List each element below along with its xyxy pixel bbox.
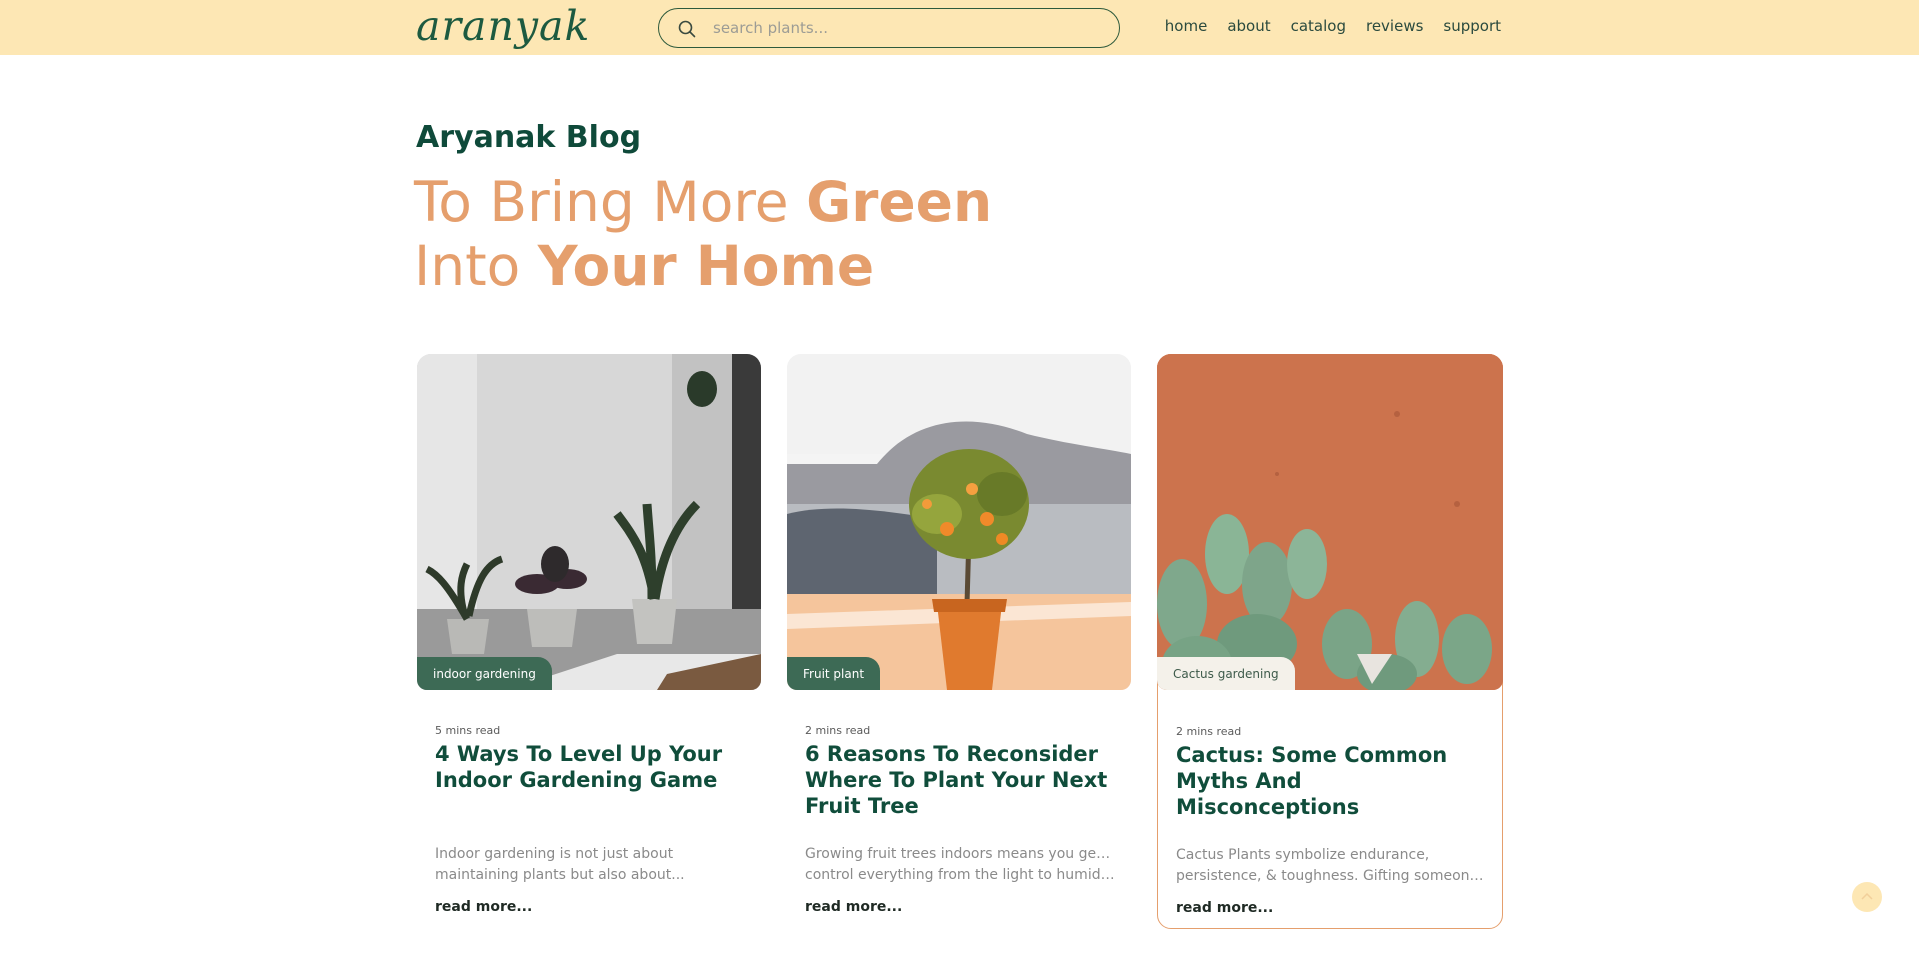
read-time: 2 mins read — [1176, 725, 1242, 738]
blog-card-cactus[interactable]: Cactus gardening 2 mins read Cactus: Som… — [1157, 354, 1503, 929]
excerpt-line-2: maintaining plants but also about... — [435, 867, 685, 883]
nav-catalog[interactable]: catalog — [1291, 17, 1346, 35]
card-image-indoor-plants: indoor gardening — [417, 354, 761, 690]
excerpt-line-1: Indoor gardening is not just about — [435, 846, 674, 862]
card-excerpt: Indoor gardening is not just about maint… — [435, 844, 745, 886]
nav-reviews[interactable]: reviews — [1366, 17, 1423, 35]
search-bar — [658, 8, 1120, 48]
read-time: 2 mins read — [805, 724, 871, 737]
scroll-top-button[interactable] — [1852, 882, 1882, 912]
nav-home[interactable]: home — [1165, 17, 1208, 35]
category-tag[interactable]: indoor gardening — [417, 657, 552, 690]
excerpt-line-2: persistence, & toughness. Gifting someon… — [1176, 868, 1486, 884]
card-excerpt: Cactus Plants symbolize endurance, persi… — [1176, 845, 1486, 887]
search-icon[interactable] — [677, 19, 697, 39]
card-title[interactable]: Cactus: Some Common Myths And Misconcept… — [1176, 742, 1486, 820]
card-title[interactable]: 6 Reasons To Reconsider Where To Plant Y… — [805, 741, 1115, 819]
main-nav: home about catalog reviews support — [1165, 17, 1501, 35]
blog-card-fruit[interactable]: Fruit plant 2 mins read 6 Reasons To Rec… — [787, 354, 1133, 929]
excerpt-line-1: Growing fruit trees indoors means you ge… — [805, 846, 1115, 862]
top-navbar: aranyak home about catalog reviews suppo… — [0, 0, 1919, 55]
card-excerpt: Growing fruit trees indoors means you ge… — [805, 844, 1115, 886]
read-more-link[interactable]: read more... — [435, 899, 532, 915]
card-image-fruit-tree: Fruit plant — [787, 354, 1131, 690]
excerpt-line-2: control everything from the light to hum… — [805, 867, 1115, 883]
category-tag[interactable]: Fruit plant — [787, 657, 881, 690]
read-time: 5 mins read — [435, 724, 501, 737]
search-input[interactable] — [713, 17, 1093, 39]
blog-card-indoor[interactable]: indoor gardening 5 mins read 4 Ways To L… — [417, 354, 763, 929]
excerpt-line-1: Cactus Plants symbolize endurance, — [1176, 847, 1430, 863]
nav-support[interactable]: support — [1443, 17, 1501, 35]
read-more-link[interactable]: read more... — [1176, 900, 1273, 916]
read-more-link[interactable]: read more... — [805, 899, 902, 915]
nav-about[interactable]: about — [1227, 17, 1270, 35]
hero-heading: To Bring More Green Into Your Home — [414, 170, 992, 298]
hero-line2-bold: Your Home — [537, 234, 875, 298]
card-title[interactable]: 4 Ways To Level Up Your Indoor Gardening… — [435, 741, 745, 793]
card-image-cactus: Cactus gardening — [1157, 354, 1503, 690]
chevron-up-icon — [1861, 892, 1873, 900]
hero-line1-bold: Green — [806, 170, 993, 234]
blog-title: Aryanak Blog — [416, 120, 642, 155]
category-tag[interactable]: Cactus gardening — [1157, 657, 1295, 690]
hero-line1-light: To Bring More — [414, 170, 807, 234]
logo[interactable]: aranyak — [414, 0, 589, 55]
logo-text: aranyak — [416, 2, 591, 50]
hero-line2-light: Into — [414, 234, 538, 298]
